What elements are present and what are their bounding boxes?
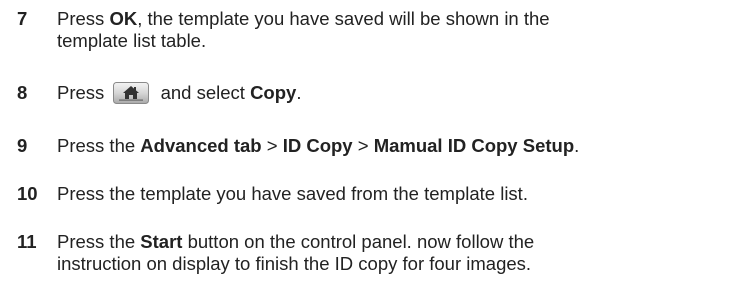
text: , the template you have saved will be sh… <box>137 8 550 29</box>
step-text: Press and select Copy. <box>57 82 732 104</box>
text: Press the template you have saved from t… <box>57 183 528 204</box>
text: template list table. <box>57 30 207 51</box>
text: Press <box>57 82 105 103</box>
bold-text-start: Start <box>140 231 183 252</box>
step-number: 10 <box>17 183 38 204</box>
text: . <box>574 135 580 156</box>
step-number: 8 <box>17 82 28 103</box>
bold-text-manual-id-copy-setup: Mamual ID Copy Setup <box>373 135 575 156</box>
step-text: Press OK, the template you have saved wi… <box>57 8 732 52</box>
text: instruction on display to finish the ID … <box>57 253 532 274</box>
bold-text-advanced-tab: Advanced tab <box>140 135 262 156</box>
step-text: Press the template you have saved from t… <box>57 183 732 205</box>
text: Press <box>57 8 110 29</box>
home-icon <box>113 82 150 104</box>
text: Press the <box>57 135 141 156</box>
step-text: Press the Start button on the control pa… <box>57 231 732 275</box>
step-number: 7 <box>17 8 28 29</box>
step-text: Press the Advanced tab > ID Copy > Mamua… <box>57 135 732 157</box>
text: > <box>352 135 374 156</box>
bold-text-ok: OK <box>109 8 138 29</box>
text: Press the <box>57 231 141 252</box>
bold-text-id-copy: ID Copy <box>282 135 353 156</box>
instruction-steps: 7 Press OK, the template you have saved … <box>0 0 732 285</box>
bold-text-copy: Copy <box>250 82 297 103</box>
text: and select <box>160 82 251 103</box>
text: . <box>296 82 302 103</box>
step-number: 9 <box>17 135 28 156</box>
text: button on the control panel. now follow … <box>182 231 535 252</box>
step-number: 11 <box>17 231 37 252</box>
text: > <box>261 135 283 156</box>
